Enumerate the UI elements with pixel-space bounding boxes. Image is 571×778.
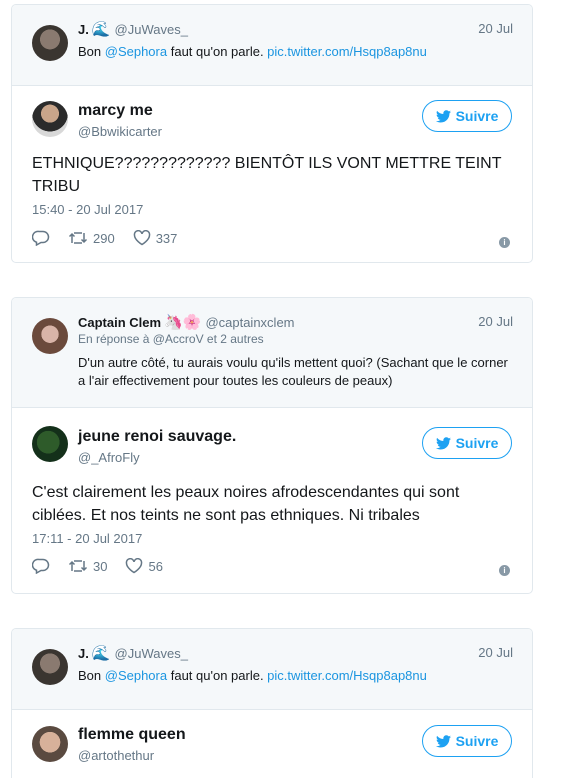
author-name[interactable]: jeune renoi sauvage. xyxy=(78,428,236,446)
twitter-bird-icon xyxy=(435,734,451,747)
tweet-actions: 30 56 xyxy=(32,558,181,574)
main-tweet: marcy me @Bbwikicarter Suivre ETHNIQUE??… xyxy=(12,86,532,262)
tweet-text: C'est clairement les peaux noires afrode… xyxy=(32,484,460,524)
like-count: 337 xyxy=(155,230,178,246)
info-icon[interactable]: i xyxy=(499,565,510,576)
main-tweet: flemme queen @artothethur Suivre xyxy=(12,710,532,778)
reply-icon xyxy=(32,558,50,574)
quoted-tweet[interactable]: Captain Clem 🦄🌸 @captainxclem 20 Jul En ré… xyxy=(12,298,532,408)
reply-button[interactable] xyxy=(32,558,50,574)
like-button[interactable]: 337 xyxy=(133,230,178,246)
retweet-icon xyxy=(68,560,88,572)
tweet-card-3: J. 🌊 @JuWaves_ 20 Jul Bon @Sephora faut qu… xyxy=(11,628,533,778)
main-tweet: jeune renoi sauvage. @_AfroFly Suivre C'… xyxy=(12,408,532,593)
reply-icon xyxy=(32,230,50,246)
unicorn-blossom-emoji-icon: 🦄🌸 xyxy=(164,314,202,331)
follow-label: Suivre xyxy=(455,435,499,451)
reply-button[interactable] xyxy=(32,230,50,246)
avatar[interactable] xyxy=(32,101,68,137)
retweet-count: 290 xyxy=(93,230,115,246)
follow-button[interactable]: Suivre xyxy=(422,100,512,132)
author-handle[interactable]: @Bbwikicarter xyxy=(78,124,162,139)
author-name[interactable]: flemme queen xyxy=(78,726,186,744)
quoted-text: Bon @Sephora faut qu'on parle. pic.twitt… xyxy=(78,667,427,685)
avatar[interactable] xyxy=(32,726,68,762)
quoted-text-part: faut qu'on parle. xyxy=(167,44,268,59)
quoted-author-name[interactable]: J. xyxy=(78,646,89,661)
reply-context[interactable]: En réponse à @AccroV et 2 autres xyxy=(78,332,264,346)
quoted-author-handle[interactable]: @JuWaves_ xyxy=(115,22,188,37)
quoted-date[interactable]: 20 Jul xyxy=(478,645,513,660)
quoted-author-handle[interactable]: @JuWaves_ xyxy=(115,646,188,661)
avatar[interactable] xyxy=(32,25,68,61)
tweet-card-2: Captain Clem 🦄🌸 @captainxclem 20 Jul En ré… xyxy=(11,297,533,594)
quoted-tweet[interactable]: J. 🌊 @JuWaves_ 20 Jul Bon @Sephora faut qu… xyxy=(12,5,532,86)
tweet-text: ETHNIQUE????????????? BIENTÔT ILS VONT M… xyxy=(32,155,502,195)
pic-link[interactable]: pic.twitter.com/Hsqp8ap8nu xyxy=(267,44,427,59)
author-handle[interactable]: @_AfroFly xyxy=(78,450,140,465)
twitter-bird-icon xyxy=(435,109,451,122)
heart-icon xyxy=(126,558,143,574)
tweet-actions: 290 337 xyxy=(32,230,195,246)
quoted-text: D'un autre côté, tu aurais voulu qu'ils … xyxy=(78,355,508,388)
follow-button[interactable]: Suivre xyxy=(422,725,512,757)
retweet-button[interactable]: 290 xyxy=(68,231,115,246)
quoted-text: Bon @Sephora faut qu'on parle. pic.twitt… xyxy=(78,43,427,61)
heart-icon xyxy=(133,230,150,246)
info-icon[interactable]: i xyxy=(499,237,510,248)
pic-link[interactable]: pic.twitter.com/Hsqp8ap8nu xyxy=(267,668,427,683)
retweet-icon xyxy=(68,232,88,244)
quoted-text-part: faut qu'on parle. xyxy=(167,668,268,683)
avatar[interactable] xyxy=(32,318,68,354)
quoted-text-part: Bon xyxy=(78,44,105,59)
avatar[interactable] xyxy=(32,426,68,462)
twitter-bird-icon xyxy=(435,436,451,449)
author-handle[interactable]: @artothethur xyxy=(78,748,154,763)
avatar[interactable] xyxy=(32,649,68,685)
like-button[interactable]: 56 xyxy=(125,558,163,574)
tweet-timestamp[interactable]: 17:11 - 20 Jul 2017 xyxy=(32,531,142,546)
quoted-tweet[interactable]: J. 🌊 @JuWaves_ 20 Jul Bon @Sephora faut qu… xyxy=(12,629,532,710)
wave-emoji-icon: 🌊 xyxy=(91,21,111,38)
author-name[interactable]: marcy me xyxy=(78,102,153,120)
tweet-card-1: J. 🌊 @JuWaves_ 20 Jul Bon @Sephora faut qu… xyxy=(11,4,533,263)
retweet-count: 30 xyxy=(93,558,108,574)
quoted-author-name[interactable]: Captain Clem xyxy=(78,315,161,330)
wave-emoji-icon: 🌊 xyxy=(91,645,111,662)
follow-button[interactable]: Suivre xyxy=(422,427,512,459)
like-count: 56 xyxy=(148,558,163,574)
quoted-author-handle[interactable]: @captainxclem xyxy=(205,315,294,330)
quoted-text-part: Bon xyxy=(78,668,105,683)
quoted-date[interactable]: 20 Jul xyxy=(478,314,513,329)
follow-label: Suivre xyxy=(455,733,499,749)
quoted-date[interactable]: 20 Jul xyxy=(478,21,513,36)
retweet-button[interactable]: 30 xyxy=(68,559,107,574)
mention-link[interactable]: @Sephora xyxy=(105,44,167,59)
quoted-author-name[interactable]: J. xyxy=(78,22,89,37)
mention-link[interactable]: @Sephora xyxy=(105,668,167,683)
follow-label: Suivre xyxy=(455,108,499,124)
tweet-timestamp[interactable]: 15:40 - 20 Jul 2017 xyxy=(32,202,143,217)
